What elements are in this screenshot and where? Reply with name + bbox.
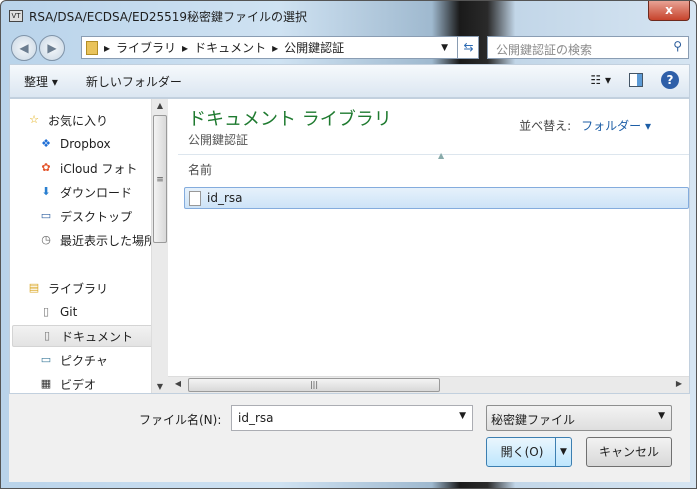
video-icon: ▦ — [40, 377, 52, 390]
file-name: id_rsa — [207, 191, 243, 205]
sidebar-scroll-thumb[interactable]: ≡ — [153, 115, 167, 243]
close-button[interactable]: x — [648, 1, 690, 21]
organize-button[interactable]: 整理 ▾ — [10, 73, 72, 90]
file-item[interactable]: id_rsa — [184, 187, 689, 209]
library-icon: ▤ — [28, 281, 40, 294]
filename-dropdown-icon[interactable]: ▼ — [459, 411, 466, 421]
sidebar-item-label: お気に入り — [48, 113, 109, 128]
new-folder-button[interactable]: 新しいフォルダー — [72, 73, 196, 90]
dialog-footer: ファイル名(N): id_rsa ▼ 秘密鍵ファイル ▼ 開く(O) ▼ キャンセル — [9, 394, 690, 482]
document-icon: ▯ — [43, 329, 51, 342]
sidebar-scrollbar[interactable]: ▲ ≡ ▼ — [151, 99, 168, 393]
back-button[interactable]: ◀ — [11, 35, 37, 61]
sidebar-item-label: ピクチャ — [60, 353, 108, 368]
dropbox-icon: ❖ — [41, 137, 51, 150]
crumb-separator-icon: ▸ — [182, 40, 189, 55]
crumb-separator-icon: ▸ — [272, 40, 279, 55]
scroll-left-icon[interactable]: ◀ — [170, 379, 186, 388]
chevron-down-icon: ▼ — [658, 411, 665, 421]
sidebar-item-icloud-photos[interactable]: ✿ iCloud フォト — [38, 157, 151, 179]
column-header-name[interactable]: 名前 — [188, 161, 212, 178]
sort-ascending-icon: ▲ — [438, 151, 445, 160]
file-icon — [189, 190, 201, 206]
open-options-dropdown-icon[interactable]: ▼ — [555, 438, 571, 466]
sidebar-item-favorites[interactable]: ☆ お気に入り — [26, 109, 151, 131]
file-type-value: 秘密鍵ファイル — [491, 413, 576, 427]
refresh-button[interactable]: ⇆ — [457, 36, 479, 59]
git-library-icon: ▯ — [42, 305, 50, 318]
sidebar-item-desktop[interactable]: ▭ デスクトップ — [38, 205, 151, 227]
search-icon: ⚲ — [673, 39, 682, 53]
scroll-down-icon[interactable]: ▼ — [152, 382, 168, 391]
address-dropdown-icon[interactable]: ▼ — [441, 43, 448, 53]
sidebar-item-label: ダウンロード — [60, 185, 133, 200]
sidebar-item-label: ビデオ — [60, 377, 97, 392]
app-icon: VT — [9, 10, 23, 22]
sidebar-item-documents[interactable]: ▯ ドキュメント — [12, 325, 151, 347]
sidebar-item-label: Git — [60, 305, 78, 319]
forward-button[interactable]: ▶ — [39, 35, 65, 61]
recent-icon: ◷ — [41, 233, 51, 246]
breadcrumb-libraries[interactable]: ライブラリ — [116, 39, 176, 56]
search-input[interactable]: 公開鍵認証の検索 ⚲ — [487, 36, 689, 59]
filename-label: ファイル名(N): — [139, 413, 222, 427]
crumb-separator-icon: ▸ — [104, 40, 111, 55]
help-icon[interactable]: ? — [661, 71, 679, 89]
download-icon: ⬇ — [41, 185, 51, 198]
window-title: RSA/DSA/ECDSA/ED25519秘密鍵ファイルの選択 — [29, 9, 308, 24]
view-options-button[interactable]: ☷ ▾ — [590, 73, 611, 87]
search-placeholder: 公開鍵認証の検索 — [496, 43, 593, 57]
folder-icon — [86, 40, 98, 55]
sort-label: 並べ替え: — [519, 119, 572, 133]
sidebar-item-label: ドキュメント — [61, 329, 134, 344]
library-subtitle: 公開鍵認証 — [188, 133, 249, 147]
file-type-select[interactable]: 秘密鍵ファイル ▼ — [486, 405, 672, 431]
preview-pane-icon[interactable] — [629, 73, 643, 87]
horizontal-scroll-thumb[interactable]: ||| — [188, 378, 440, 392]
star-icon: ☆ — [29, 113, 39, 126]
breadcrumb-documents[interactable]: ドキュメント — [194, 39, 266, 56]
open-button-label: 開く(O) — [500, 445, 544, 459]
cancel-button[interactable]: キャンセル — [586, 437, 672, 467]
nav-buttons: ◀ ▶ — [11, 35, 65, 61]
content-area: ☆ お気に入り ❖ Dropbox ✿ iCloud フォト ⬇ ダウンロード ▭ デスク… — [9, 98, 690, 394]
sidebar-item-pictures[interactable]: ▭ ピクチャ — [38, 349, 151, 371]
breadcrumb-public-key-auth[interactable]: 公開鍵認証 — [284, 39, 344, 56]
photos-icon: ✿ — [41, 161, 51, 174]
navigation-pane: ☆ お気に入り ❖ Dropbox ✿ iCloud フォト ⬇ ダウンロード ▭ デスク… — [10, 99, 151, 393]
picture-icon: ▭ — [40, 353, 52, 366]
filename-input[interactable]: id_rsa ▼ — [231, 405, 473, 431]
sidebar-item-libraries[interactable]: ▤ ライブラリ — [26, 277, 151, 299]
sidebar-item-label: Dropbox — [60, 137, 111, 151]
title-bar: VT RSA/DSA/ECDSA/ED25519秘密鍵ファイルの選択 — [9, 6, 307, 26]
desktop-icon: ▭ — [40, 209, 52, 222]
sidebar-item-git[interactable]: ▯ Git — [38, 301, 151, 323]
scroll-up-icon[interactable]: ▲ — [152, 101, 168, 110]
file-open-dialog: VT RSA/DSA/ECDSA/ED25519秘密鍵ファイルの選択 x ◀ ▶… — [0, 0, 697, 489]
sidebar-item-videos[interactable]: ▦ ビデオ — [38, 373, 151, 393]
sidebar-item-dropbox[interactable]: ❖ Dropbox — [38, 133, 151, 155]
toolbar: 整理 ▾ 新しいフォルダー ☷ ▾ ? — [9, 64, 690, 98]
sidebar-item-recent-places[interactable]: ◷ 最近表示した場所 — [38, 229, 151, 251]
sidebar-item-downloads[interactable]: ⬇ ダウンロード — [38, 181, 151, 203]
sidebar-item-label: ライブラリ — [48, 281, 109, 296]
sort-by-dropdown[interactable]: フォルダー ▾ — [581, 119, 651, 133]
divider — [178, 154, 689, 155]
scroll-right-icon[interactable]: ▶ — [671, 379, 687, 388]
sort-control: 並べ替え: フォルダー ▾ — [519, 117, 651, 134]
address-bar[interactable]: ▸ ライブラリ ▸ ドキュメント ▸ 公開鍵認証 ▼ — [81, 36, 479, 59]
library-title: ドキュメント ライブラリ — [188, 109, 392, 130]
sidebar-item-label: 最近表示した場所 — [60, 233, 151, 248]
file-list-pane: ドキュメント ライブラリ 公開鍵認証 並べ替え: フォルダー ▾ ▲ 名前 id_… — [168, 99, 689, 393]
filename-value: id_rsa — [238, 411, 274, 425]
sidebar-item-label: iCloud フォト — [60, 161, 138, 176]
sidebar-item-label: デスクトップ — [60, 209, 133, 224]
horizontal-scrollbar[interactable]: ◀ ||| ▶ — [168, 376, 689, 393]
open-button[interactable]: 開く(O) ▼ — [486, 437, 572, 467]
